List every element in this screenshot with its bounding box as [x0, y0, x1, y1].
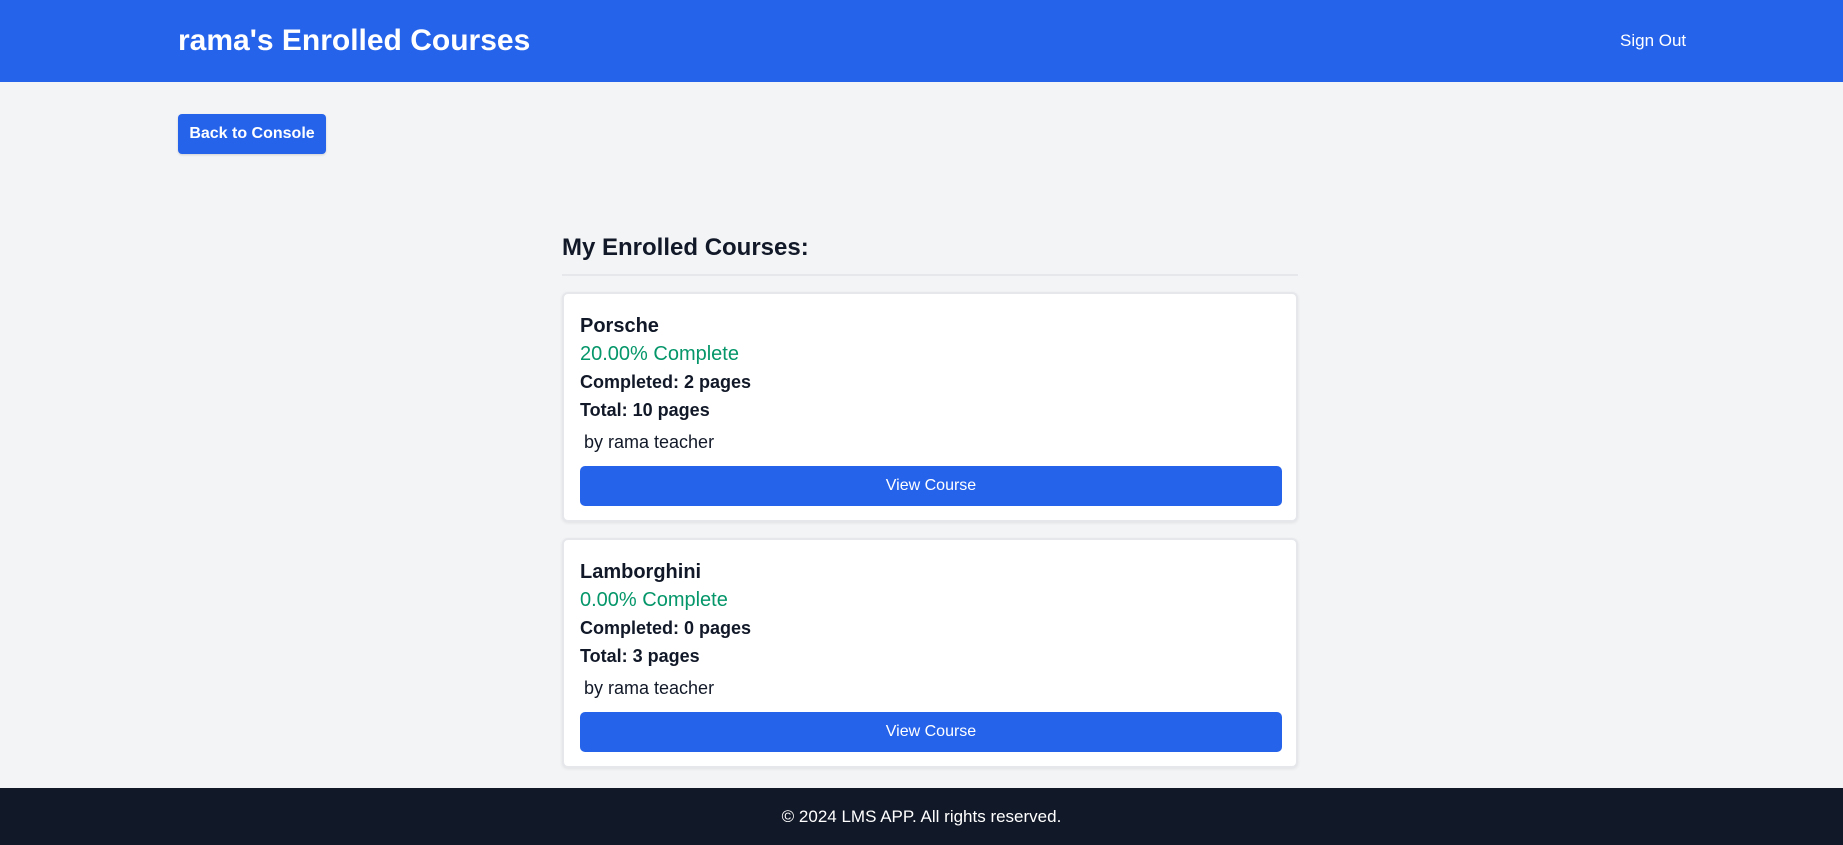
course-progress: 0.00% Complete — [580, 589, 728, 611]
completed-pages: Completed: 2 pages — [580, 372, 752, 392]
app-header: rama's Enrolled Courses Sign Out — [0, 0, 1843, 82]
app-footer: © 2024 LMS APP. All rights reserved. — [0, 788, 1843, 845]
course-progress: 20.00% Complete — [580, 343, 739, 365]
course-author: by rama teacher — [584, 678, 715, 698]
sign-out-button[interactable]: Sign Out — [1620, 30, 1686, 52]
total-pages: Total: 3 pages — [580, 646, 700, 666]
course-list: Porsche 20.00% Complete Completed: 2 pag… — [562, 292, 1298, 768]
total-pages: Total: 10 pages — [580, 400, 710, 420]
view-course-button[interactable]: View Course — [580, 712, 1282, 752]
back-to-console-button[interactable]: Back to Console — [178, 114, 326, 154]
view-course-button[interactable]: View Course — [580, 466, 1282, 506]
course-name: Porsche — [580, 315, 659, 337]
course-card: Lamborghini 0.00% Complete Completed: 0 … — [562, 538, 1298, 768]
page-title: rama's Enrolled Courses — [178, 24, 531, 57]
enrolled-courses-section: My Enrolled Courses: Porsche 20.00% Comp… — [562, 230, 1298, 784]
course-card: Porsche 20.00% Complete Completed: 2 pag… — [562, 292, 1298, 522]
section-title: My Enrolled Courses: — [562, 230, 1298, 276]
course-name: Lamborghini — [580, 561, 702, 583]
course-author: by rama teacher — [584, 432, 715, 452]
completed-pages: Completed: 0 pages — [580, 618, 752, 638]
copyright-text: © 2024 LMS APP. All rights reserved. — [781, 807, 1062, 826]
